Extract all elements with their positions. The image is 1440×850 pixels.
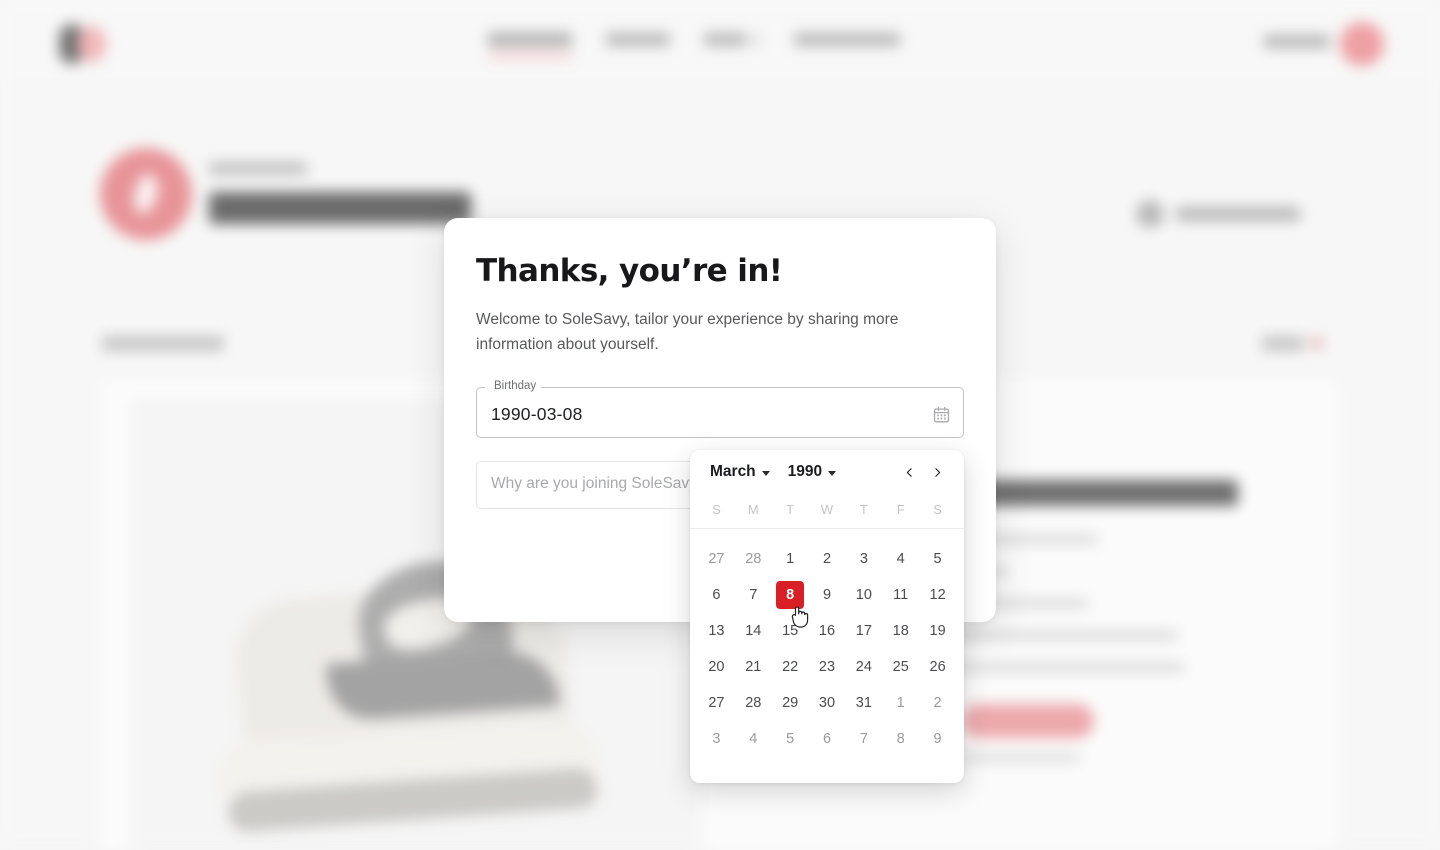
day-cell[interactable]: 27	[698, 689, 735, 717]
day-cell[interactable]: 12	[919, 581, 956, 609]
day-cell[interactable]: 28	[735, 689, 772, 717]
day-grid: 2728123456789101112131415161718192021222…	[690, 529, 964, 753]
day-cell[interactable]: 16	[809, 617, 846, 645]
weekday-header-row: SMTWTFS	[690, 494, 964, 524]
day-cell-selected[interactable]: 8	[776, 581, 804, 609]
day-cell[interactable]: 30	[809, 689, 846, 717]
day-cell[interactable]: 28	[735, 545, 772, 573]
weekday-label: W	[809, 502, 846, 517]
weekday-label: M	[735, 502, 772, 517]
day-cell[interactable]: 3	[698, 725, 735, 753]
day-cell[interactable]: 23	[809, 653, 846, 681]
day-cell[interactable]: 3	[845, 545, 882, 573]
date-picker-header: March 1990	[690, 450, 964, 494]
year-selector[interactable]: 1990	[788, 463, 836, 481]
date-picker-popover: March 1990 SMTWTFS 272812345678910111213…	[690, 450, 964, 783]
day-cell[interactable]: 11	[882, 581, 919, 609]
day-cell[interactable]: 15	[772, 617, 809, 645]
day-cell[interactable]: 14	[735, 617, 772, 645]
weekday-label: T	[845, 502, 882, 517]
day-cell[interactable]: 20	[698, 653, 735, 681]
day-cell[interactable]: 8	[882, 725, 919, 753]
weekday-label: S	[919, 502, 956, 517]
day-cell[interactable]: 17	[845, 617, 882, 645]
day-cell[interactable]: 10	[845, 581, 882, 609]
day-cell[interactable]: 27	[698, 545, 735, 573]
chevron-left-icon[interactable]	[898, 461, 920, 483]
day-cell[interactable]: 2	[919, 689, 956, 717]
day-cell[interactable]: 25	[882, 653, 919, 681]
weekday-label: F	[882, 502, 919, 517]
day-cell[interactable]: 1	[882, 689, 919, 717]
day-cell[interactable]: 4	[735, 725, 772, 753]
day-cell[interactable]: 5	[772, 725, 809, 753]
day-cell[interactable]: 9	[919, 725, 956, 753]
day-cell[interactable]: 24	[845, 653, 882, 681]
birthday-input[interactable]	[477, 388, 925, 440]
year-label: 1990	[788, 463, 822, 481]
month-selector[interactable]: March	[710, 463, 770, 481]
day-cell[interactable]: 26	[919, 653, 956, 681]
modal-subtitle: Welcome to SoleSavy, tailor your experie…	[476, 308, 954, 357]
chevron-right-icon[interactable]	[926, 461, 948, 483]
weekday-label: T	[772, 502, 809, 517]
day-cell[interactable]: 31	[845, 689, 882, 717]
chevron-down-icon	[762, 471, 770, 476]
day-cell[interactable]: 2	[809, 545, 846, 573]
day-cell[interactable]: 6	[809, 725, 846, 753]
day-cell[interactable]: 9	[809, 581, 846, 609]
day-cell[interactable]: 22	[772, 653, 809, 681]
month-label: March	[710, 463, 756, 481]
day-cell[interactable]: 5	[919, 545, 956, 573]
day-cell[interactable]: 6	[698, 581, 735, 609]
day-cell[interactable]: 19	[919, 617, 956, 645]
day-cell[interactable]: 4	[882, 545, 919, 573]
day-cell[interactable]: 7	[735, 581, 772, 609]
day-cell[interactable]: 13	[698, 617, 735, 645]
day-cell[interactable]: 29	[772, 689, 809, 717]
calendar-icon[interactable]	[928, 401, 954, 427]
birthday-field[interactable]: Birthday Birthday	[476, 387, 964, 443]
weekday-label: S	[698, 502, 735, 517]
month-navigation	[898, 461, 958, 483]
day-cell[interactable]: 7	[845, 725, 882, 753]
modal-title: Thanks, you’re in!	[476, 254, 964, 288]
day-cell[interactable]: 21	[735, 653, 772, 681]
chevron-down-icon	[828, 471, 836, 476]
day-cell[interactable]: 18	[882, 617, 919, 645]
day-cell[interactable]: 1	[772, 545, 809, 573]
